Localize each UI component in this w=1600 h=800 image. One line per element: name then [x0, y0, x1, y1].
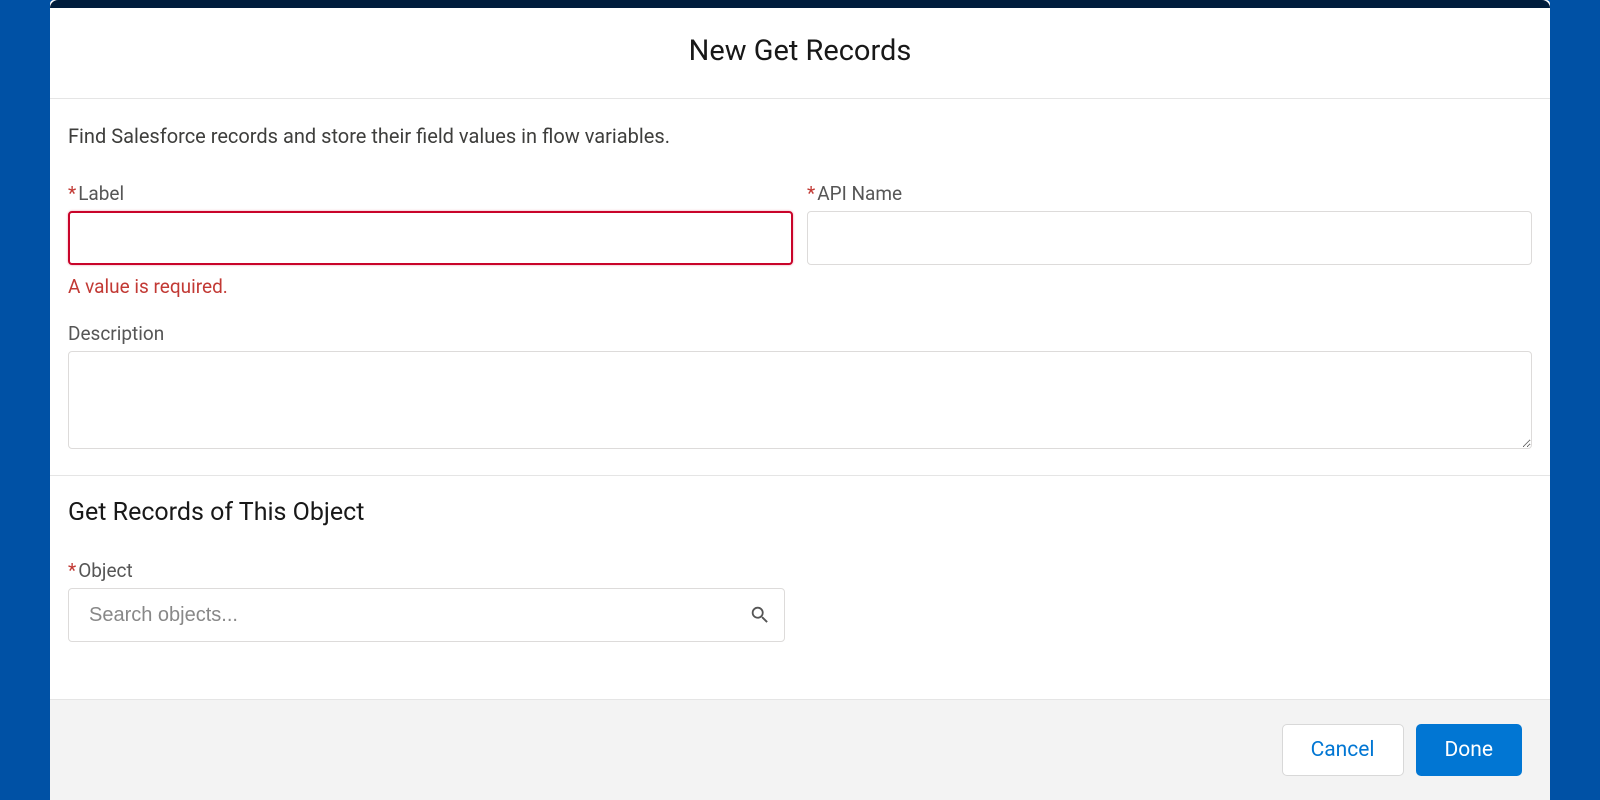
- modal-footer: Cancel Done: [50, 699, 1550, 800]
- top-strip: [50, 0, 1550, 8]
- required-asterisk: *: [68, 559, 76, 582]
- done-button[interactable]: Done: [1416, 724, 1523, 776]
- label-field-group: *Label A value is required.: [68, 182, 793, 298]
- api-name-field-group: *API Name: [807, 182, 1532, 298]
- description-field-label: Description: [68, 322, 1532, 345]
- required-asterisk: *: [807, 182, 815, 205]
- label-error-message: A value is required.: [68, 275, 793, 298]
- modal-dialog: New Get Records Find Salesforce records …: [50, 0, 1550, 800]
- required-asterisk: *: [68, 182, 76, 205]
- api-name-input[interactable]: [807, 211, 1532, 265]
- api-name-text: API Name: [817, 182, 902, 205]
- description-field-group: Description: [68, 322, 1532, 453]
- form-row-label-api: *Label A value is required. *API Name: [68, 182, 1532, 298]
- section-heading: Get Records of This Object: [68, 498, 1532, 527]
- object-field-group: *Object: [68, 559, 1532, 642]
- label-input[interactable]: [68, 211, 793, 265]
- object-label-text: Object: [78, 559, 133, 582]
- object-search-wrapper: [68, 588, 785, 642]
- label-text: Label: [78, 182, 124, 205]
- intro-text: Find Salesforce records and store their …: [68, 124, 1532, 148]
- cancel-button[interactable]: Cancel: [1282, 724, 1404, 776]
- object-field-label: *Object: [68, 559, 1532, 582]
- label-field-label: *Label: [68, 182, 793, 205]
- modal-body: Find Salesforce records and store their …: [50, 99, 1550, 699]
- description-textarea[interactable]: [68, 351, 1532, 449]
- object-search-input[interactable]: [68, 588, 785, 642]
- section-divider: [50, 475, 1550, 476]
- api-name-field-label: *API Name: [807, 182, 1532, 205]
- modal-header: New Get Records: [50, 8, 1550, 99]
- modal-title: New Get Records: [70, 34, 1530, 68]
